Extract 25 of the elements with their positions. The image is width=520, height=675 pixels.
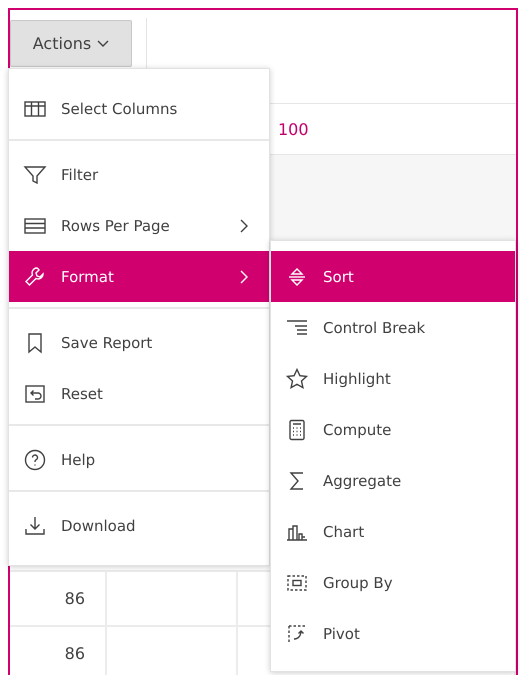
menu-item[interactable]: Select Columns xyxy=(9,83,269,134)
help-icon xyxy=(23,448,47,472)
table-cell: 86 xyxy=(10,627,107,675)
menu-item[interactable]: Filter xyxy=(9,149,269,200)
menu-item[interactable]: Sort xyxy=(271,251,515,302)
chevron-right-icon xyxy=(239,218,249,232)
menu-item[interactable]: Control Break xyxy=(271,302,515,353)
menu-item[interactable]: Group By xyxy=(271,557,515,608)
menu-item[interactable]: Format xyxy=(9,251,269,302)
menu-item[interactable]: Rows Per Page xyxy=(9,200,269,251)
table-cell: 86 xyxy=(10,572,107,625)
menu-item[interactable]: Download xyxy=(9,500,269,551)
star-icon xyxy=(285,366,309,390)
menu-item[interactable]: Pivot xyxy=(271,608,515,659)
actions-button[interactable]: Actions xyxy=(10,20,132,67)
menu-item[interactable]: Chart xyxy=(271,506,515,557)
menu-item[interactable]: Highlight xyxy=(271,353,515,404)
filter-condition[interactable]: 100 xyxy=(278,120,309,138)
menu-item[interactable]: Help xyxy=(9,434,269,485)
menu-item[interactable]: Compute xyxy=(271,404,515,455)
caret-icon xyxy=(97,40,110,48)
chevron-right-icon xyxy=(239,270,249,284)
menu-item[interactable]: Reset xyxy=(9,368,269,419)
menu-item[interactable]: Aggregate xyxy=(271,455,515,506)
menu-item[interactable]: Save Report xyxy=(9,317,269,368)
